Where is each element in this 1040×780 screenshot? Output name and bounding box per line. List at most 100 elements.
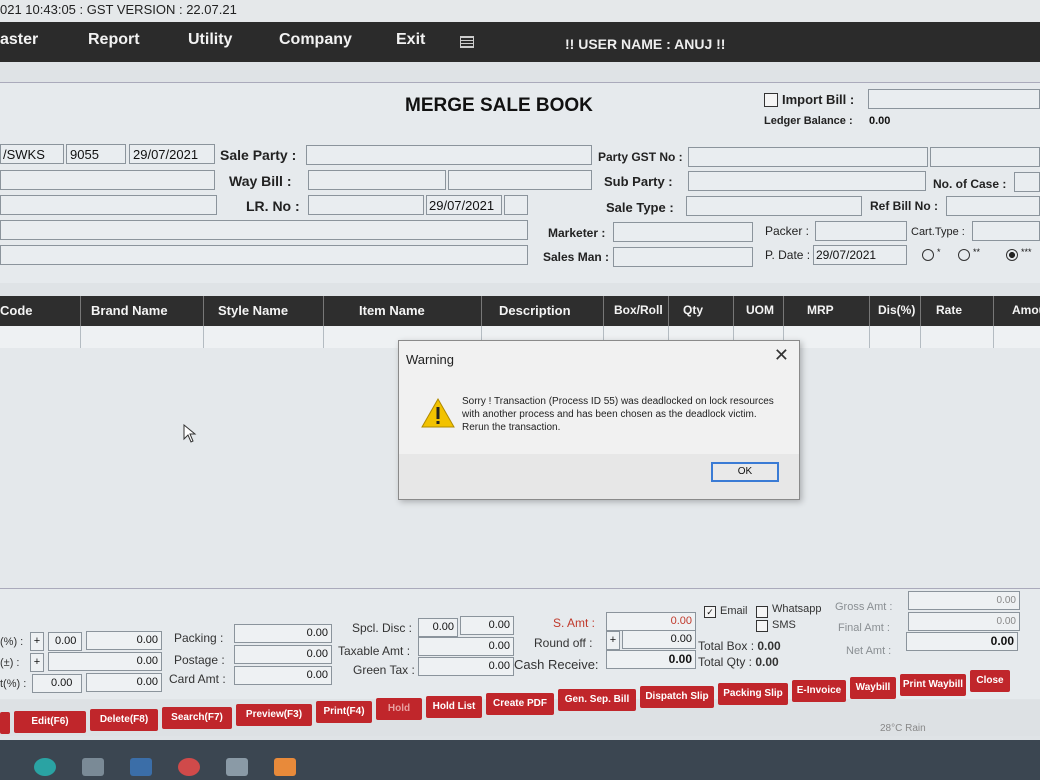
menu-utility[interactable]: Utility bbox=[188, 31, 232, 49]
way-bill-date[interactable] bbox=[448, 170, 592, 190]
col-style-name[interactable]: Style Name bbox=[218, 303, 288, 318]
address-field-1[interactable] bbox=[0, 170, 215, 190]
import-bill-checkbox[interactable] bbox=[764, 93, 778, 107]
close-icon[interactable]: ✕ bbox=[774, 345, 789, 366]
sms-checkbox[interactable] bbox=[756, 620, 768, 632]
address-field-3[interactable] bbox=[0, 220, 528, 240]
edge-icon[interactable] bbox=[34, 758, 56, 776]
bill-date-field[interactable]: 29/07/2021 bbox=[129, 144, 215, 164]
address-field-4[interactable] bbox=[0, 245, 528, 265]
col-code[interactable]: Code bbox=[0, 303, 33, 318]
close-button[interactable]: Close bbox=[970, 670, 1010, 692]
dispatch-slip-button[interactable]: Dispatch Slip bbox=[640, 686, 714, 708]
no-of-case-input[interactable] bbox=[1014, 172, 1040, 192]
print-waybill-button[interactable]: Print Waybill bbox=[900, 674, 966, 696]
import-bill-field[interactable] bbox=[868, 89, 1040, 109]
marketer-input[interactable] bbox=[613, 222, 753, 242]
sale-party-input[interactable] bbox=[306, 145, 592, 165]
sub-party-label: Sub Party : bbox=[604, 174, 673, 189]
menu-report[interactable]: Report bbox=[88, 31, 140, 49]
way-bill-input[interactable] bbox=[308, 170, 446, 190]
sub-party-input[interactable] bbox=[688, 171, 926, 191]
col-mrp[interactable]: MRP bbox=[807, 303, 834, 317]
party-gst-extra[interactable] bbox=[930, 147, 1040, 167]
cart-radio-1[interactable] bbox=[922, 249, 934, 261]
menu-master[interactable]: aster bbox=[0, 31, 38, 49]
disc-amount-input[interactable]: 0.00 bbox=[86, 631, 162, 650]
disc-percent-input[interactable]: 0.00 bbox=[48, 632, 82, 651]
bill-no-field[interactable]: 9055 bbox=[66, 144, 126, 164]
ref-bill-input[interactable] bbox=[946, 196, 1040, 216]
lr-no-input[interactable] bbox=[308, 195, 424, 215]
explorer-icon[interactable] bbox=[226, 758, 248, 776]
hold-list-button[interactable]: Hold List bbox=[426, 696, 482, 718]
ok-button[interactable]: OK bbox=[711, 462, 779, 482]
cart-radio-3[interactable] bbox=[1006, 249, 1018, 261]
tax-percent-input[interactable]: 0.00 bbox=[32, 674, 82, 693]
lr-extra-field[interactable] bbox=[504, 195, 528, 215]
col-item-name[interactable]: Item Name bbox=[359, 303, 425, 318]
lr-date-field[interactable]: 29/07/2021 bbox=[426, 195, 502, 215]
col-dis[interactable]: Dis(%) bbox=[878, 303, 915, 317]
packer-input[interactable] bbox=[815, 221, 907, 241]
adjust-input[interactable]: 0.00 bbox=[48, 652, 162, 671]
card-amt-input[interactable]: 0.00 bbox=[234, 666, 332, 685]
final-amt-input[interactable]: 0.00 bbox=[906, 632, 1018, 651]
net-amt-label: Net Amt : bbox=[846, 645, 892, 657]
address-field-2[interactable] bbox=[0, 195, 217, 215]
email-checkbox[interactable]: ✓ bbox=[704, 606, 716, 618]
right-top-input[interactable]: 0.00 bbox=[908, 591, 1020, 610]
postage-input[interactable]: 0.00 bbox=[234, 645, 332, 664]
sales-man-input[interactable] bbox=[613, 247, 753, 267]
preview-button[interactable]: Preview(F3) bbox=[236, 704, 312, 726]
cart-radio-2[interactable] bbox=[958, 249, 970, 261]
col-brand-name[interactable]: Brand Name bbox=[91, 303, 168, 318]
party-gst-label: Party GST No : bbox=[598, 150, 683, 164]
col-description[interactable]: Description bbox=[499, 303, 571, 318]
waybill-button[interactable]: Waybill bbox=[850, 677, 896, 699]
print-button[interactable]: Print(F4) bbox=[316, 701, 372, 723]
party-gst-input[interactable] bbox=[688, 147, 928, 167]
total-box-value: 0.00 bbox=[757, 639, 781, 653]
sale-type-input[interactable] bbox=[686, 196, 862, 216]
packing-input[interactable]: 0.00 bbox=[234, 624, 332, 643]
p-date-field[interactable]: 29/07/2021 bbox=[813, 245, 907, 265]
whatsapp-checkbox[interactable] bbox=[756, 606, 768, 618]
menu-company[interactable]: Company bbox=[279, 31, 352, 49]
col-qty[interactable]: Qty bbox=[683, 303, 703, 317]
plus-button-3[interactable]: + bbox=[606, 631, 620, 650]
cash-receive-input[interactable]: 0.00 bbox=[606, 650, 696, 669]
gen-sep-bill-button[interactable]: Gen. Sep. Bill bbox=[558, 689, 636, 711]
taxable-amt-input[interactable]: 0.00 bbox=[418, 637, 514, 656]
menu-exit[interactable]: Exit bbox=[396, 31, 425, 49]
app-icon[interactable] bbox=[178, 758, 200, 776]
green-tax-input[interactable]: 0.00 bbox=[418, 657, 514, 676]
cash-receive-label: Cash Receive: bbox=[514, 657, 599, 672]
col-amount[interactable]: Amou bbox=[1012, 303, 1040, 317]
gross-amt-input[interactable]: 0.00 bbox=[908, 612, 1020, 631]
s-amt-input[interactable]: 0.00 bbox=[606, 612, 696, 631]
col-rate[interactable]: Rate bbox=[936, 303, 962, 317]
store-icon[interactable] bbox=[82, 758, 104, 776]
search-icon[interactable] bbox=[274, 758, 296, 776]
search-button[interactable]: Search(F7) bbox=[162, 707, 232, 729]
cart-type-input[interactable] bbox=[972, 221, 1040, 241]
edit-button[interactable]: Edit(F6) bbox=[14, 711, 86, 733]
col-box-roll[interactable]: Box/Roll bbox=[614, 303, 663, 317]
spcl-disc-percent[interactable]: 0.00 bbox=[418, 618, 458, 637]
tax-amount-input[interactable]: 0.00 bbox=[86, 673, 162, 692]
calculator-icon[interactable] bbox=[460, 36, 474, 48]
round-off-input[interactable]: 0.00 bbox=[622, 630, 696, 649]
mail-icon[interactable] bbox=[130, 758, 152, 776]
series-field[interactable]: /SWKS bbox=[0, 144, 64, 164]
col-uom[interactable]: UOM bbox=[746, 303, 774, 317]
hold-button[interactable]: Hold bbox=[376, 698, 422, 720]
hidden-button[interactable] bbox=[0, 712, 10, 734]
plus-button-2[interactable]: + bbox=[30, 653, 44, 672]
delete-button[interactable]: Delete(F8) bbox=[90, 709, 158, 731]
e-invoice-button[interactable]: E-Invoice bbox=[792, 680, 846, 702]
create-pdf-button[interactable]: Create PDF bbox=[486, 693, 554, 715]
plus-button-1[interactable]: + bbox=[30, 632, 44, 651]
spcl-disc-amount[interactable]: 0.00 bbox=[460, 616, 514, 635]
packing-slip-button[interactable]: Packing Slip bbox=[718, 683, 788, 705]
